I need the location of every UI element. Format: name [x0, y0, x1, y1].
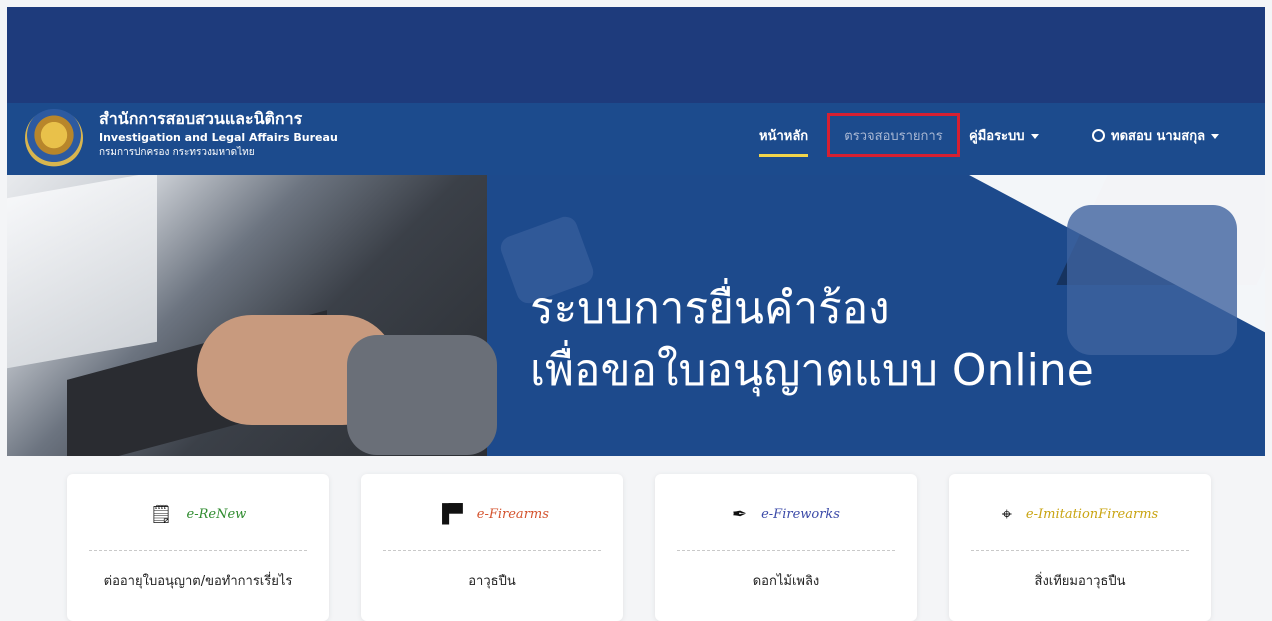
document-check-icon: 🗒	[149, 504, 173, 525]
card-text: ดอกไม้เพลิง	[752, 574, 820, 589]
card-divider	[971, 550, 1189, 551]
card-title: e-ReNew	[186, 507, 247, 522]
card-e-imitation-firearms[interactable]: ⌖ e-ImitationFirearms สิ่งเทียมอาวุธปืน	[949, 474, 1211, 621]
top-banner	[7, 7, 1265, 103]
brand-block[interactable]: สำนักการสอบสวนและนิติการ Investigation a…	[99, 109, 338, 160]
navbar: สำนักการสอบสวนและนิติการ Investigation a…	[7, 103, 1265, 175]
card-text: สิ่งเทียมอาวุธปืน	[1034, 574, 1126, 589]
bureau-logo[interactable]	[25, 109, 83, 167]
nav-user-label: ทดสอบ นามสกุล	[1111, 129, 1206, 144]
gun-icon: ▐▀	[435, 504, 463, 525]
card-e-firearms[interactable]: ▐▀ e-Firearms อาวุธปืน	[361, 474, 623, 621]
sweater-sleeve	[347, 335, 497, 455]
laptop-photo	[7, 175, 497, 456]
brand-title-th: สำนักการสอบสวนและนิติการ	[99, 109, 303, 128]
card-divider	[677, 550, 895, 551]
nav-manual-label: คู่มือระบบ	[969, 129, 1025, 144]
card-e-renew[interactable]: 🗒 e-ReNew ต่ออายุใบอนุญาต/ขอทำการเรี่ยไร	[67, 474, 329, 621]
decor-rounded-square	[1067, 205, 1237, 355]
hero-banner: ระบบการยื่นคำร้อง เพื่อขอใบอนุญาตแบบ Onl…	[7, 175, 1265, 456]
nav-manual-dropdown[interactable]: คู่มือระบบ	[969, 125, 1039, 146]
nav-check-label: ตรวจสอบรายการ	[844, 128, 943, 144]
brand-title-en: Investigation and Legal Affairs Bureau	[99, 131, 338, 144]
brand-subtitle-th: กรมการปกครอง กระทรวงมหาดไทย	[99, 147, 255, 158]
card-e-fireworks[interactable]: ✒ e-Fireworks ดอกไม้เพลิง	[655, 474, 917, 621]
nav-home-link[interactable]: หน้าหลัก	[759, 125, 809, 157]
firework-icon: ✒	[732, 504, 748, 525]
nav-check-link[interactable]: ตรวจสอบรายการ	[827, 113, 960, 157]
caret-down-icon	[1211, 134, 1220, 139]
nav-user-dropdown[interactable]: ทดสอบ นามสกุล	[1092, 125, 1220, 146]
card-text: ต่ออายุใบอนุญาต/ขอทำการเรี่ยไร	[103, 574, 293, 589]
caret-down-icon	[1030, 134, 1039, 139]
card-title: e-Fireworks	[761, 507, 840, 522]
user-icon	[1092, 129, 1105, 142]
hero-title-line1: ระบบการยื่นคำร้อง	[530, 283, 890, 334]
card-divider	[89, 550, 307, 551]
laptop-screen	[7, 175, 157, 369]
card-title: e-Firearms	[476, 507, 549, 522]
card-title: e-ImitationFirearms	[1025, 507, 1159, 522]
card-divider	[383, 550, 601, 551]
card-text: อาวุธปืน	[468, 574, 516, 589]
hero-title-line2: เพื่อขอใบอนุญาตแบบ Online	[530, 345, 1094, 396]
target-icon: ⌖	[1001, 504, 1012, 525]
